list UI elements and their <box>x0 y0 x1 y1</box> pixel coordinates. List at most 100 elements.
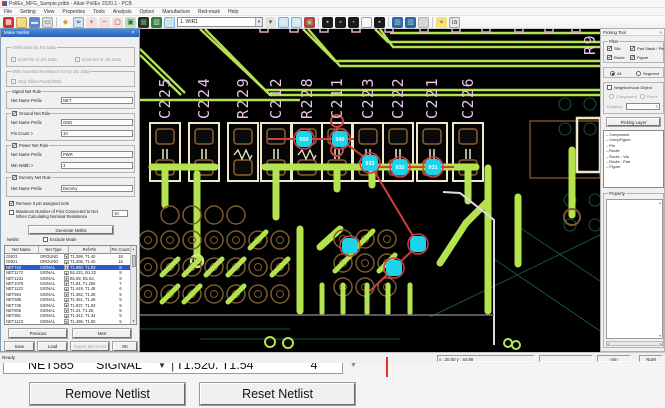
netlist-header-net-name[interactable]: Net Name <box>5 246 39 254</box>
pcb-via-931[interactable]: 931 <box>423 157 443 177</box>
save-button[interactable]: Save <box>5 342 34 351</box>
segment-radio[interactable] <box>636 71 641 76</box>
menu-item-red-mark[interactable]: Red-mark <box>194 8 224 16</box>
save-icon[interactable]: ▬ <box>29 17 40 28</box>
previous-button[interactable]: Previous <box>9 329 67 338</box>
layer-combo-arrow-icon[interactable]: ▼ <box>255 18 262 26</box>
menu-item-file[interactable]: File <box>0 8 16 16</box>
disabled-tool-icon[interactable] <box>418 17 429 28</box>
pcb-canvas[interactable]: 950949933932931 C225C224R229C212R228C211… <box>140 29 600 352</box>
exclude-mode-checkbox[interactable] <box>43 237 48 242</box>
remove-zero-checkbox[interactable] <box>9 201 14 206</box>
menu-item-properties[interactable]: Properties <box>58 8 89 16</box>
tree-item-figure[interactable]: – Figure <box>606 164 663 169</box>
dark-layer4-icon[interactable]: ▪ <box>374 17 385 28</box>
remove-netlist-button[interactable]: Remove Netlist <box>30 383 185 405</box>
neighborhood-checkbox[interactable] <box>607 85 612 90</box>
menu-item-tools[interactable]: Tools <box>89 8 109 16</box>
picking-tool-title[interactable]: ×Picking Tool <box>601 29 664 36</box>
panel-close-icon[interactable]: × <box>659 29 662 36</box>
dummy-prefix-input[interactable]: Dummy <box>61 185 133 192</box>
dark-layer2-icon[interactable]: ▪ <box>335 17 346 28</box>
move-tool-icon[interactable]: ◆ <box>60 17 71 28</box>
next-button[interactable]: Next <box>73 329 131 338</box>
pcb-footprint-r229[interactable] <box>228 123 258 181</box>
net-color2-icon[interactable]: ▥ <box>405 17 416 28</box>
property-box[interactable]: ▴ ▾ <box>606 199 663 339</box>
zoom-window-icon[interactable]: ▢ <box>112 17 123 28</box>
power-net-checkbox[interactable] <box>12 143 17 148</box>
power-width-input[interactable]: 3 <box>61 162 133 169</box>
property-scroll-up-icon[interactable]: ▴ <box>659 200 661 205</box>
white-layer-icon[interactable] <box>361 17 372 28</box>
exist-pin-checkbox[interactable] <box>11 57 16 62</box>
dialog-close-icon[interactable]: × <box>129 30 137 36</box>
pcb-via[interactable] <box>340 236 360 256</box>
silver-point-checkbox[interactable] <box>11 79 16 84</box>
padstack-checkbox[interactable] <box>630 46 635 51</box>
dialog-title[interactable]: Make Netlist <box>1 29 139 37</box>
ground-pin-input[interactable]: 10 <box>61 130 133 137</box>
zoom-out-icon[interactable]: − <box>99 17 110 28</box>
netlist-header-net-type[interactable]: Net Type <box>39 246 69 254</box>
pcb-via-949[interactable]: 949 <box>330 129 350 149</box>
property-scroll-down-icon[interactable]: ▾ <box>659 333 661 338</box>
pcb-view[interactable]: 950949933932931 C225C224R229C212R228C211… <box>140 29 600 352</box>
netlist-header-ref-pin[interactable]: Ref-Pin <box>69 246 111 254</box>
top-layer-icon[interactable]: ▩ <box>278 17 289 28</box>
fit-view-icon[interactable]: ▣ <box>125 17 136 28</box>
netlist-header-pin-count[interactable]: Pin Count <box>111 246 131 254</box>
layer-combobox[interactable]: 1. WIR1▼ <box>177 17 263 27</box>
board-view-icon[interactable]: ▦ <box>138 17 149 28</box>
dummy-net-checkbox[interactable] <box>12 175 17 180</box>
route2-radio[interactable] <box>640 94 645 99</box>
info-icon[interactable]: ia <box>449 17 460 28</box>
max-pins-input[interactable]: 10 <box>112 210 128 217</box>
menu-item-setting[interactable]: Setting <box>16 8 40 16</box>
bottom-layer-icon[interactable]: ▩ <box>291 17 302 28</box>
menu-item-manufacture[interactable]: Manufacture <box>158 8 194 16</box>
generate-netlist-button[interactable]: Generate Netlist <box>29 226 113 234</box>
figure-checkbox[interactable] <box>630 55 635 60</box>
ground-net-checkbox[interactable] <box>12 111 17 116</box>
dark-layer1-icon[interactable]: ▪ <box>322 17 333 28</box>
ok-button[interactable]: OK <box>113 342 137 351</box>
export-excel-button[interactable]: Export MS Excel <box>71 342 109 351</box>
netlist-scrollbar[interactable]: ▲▼ <box>130 246 136 324</box>
silk-checkbox[interactable] <box>607 46 612 51</box>
netlist-grid-icon[interactable]: ▦ <box>3 17 14 28</box>
net-color1-icon[interactable]: ▥ <box>392 17 403 28</box>
measure-icon[interactable]: ⌖ <box>436 17 447 28</box>
pcb-via-932[interactable]: 932 <box>390 157 410 177</box>
menu-item-analysis[interactable]: Analysis <box>109 8 136 16</box>
select-tool-icon[interactable]: ➢ <box>73 17 84 28</box>
picking-layer-button[interactable]: Picking Layer <box>607 118 660 126</box>
pcb-via-933[interactable]: 933 <box>360 153 380 173</box>
ground-prefix-input[interactable]: GND <box>61 119 133 126</box>
netlist-row-net1123[interactable]: NET1123SIGNAL▼T1.496, T1.505 <box>5 319 136 324</box>
distance-input[interactable]: 0 <box>626 103 660 110</box>
pcb-via-950[interactable]: 950 <box>294 129 314 149</box>
property-hscrollbar[interactable]: ◂▸ <box>606 341 663 346</box>
power-prefix-input[interactable]: PWR <box>61 151 133 158</box>
exist-net-checkbox[interactable] <box>75 57 80 62</box>
print-icon[interactable]: ▭ <box>42 17 53 28</box>
reset-netlist-button[interactable]: Reset Netlist <box>200 383 355 405</box>
dark-layer3-icon[interactable]: ▪ <box>348 17 359 28</box>
component-radio[interactable] <box>609 94 614 99</box>
zoom-in-icon[interactable]: + <box>86 17 97 28</box>
pcb-footprint-c224[interactable] <box>189 123 219 181</box>
pcb-via[interactable] <box>408 234 428 254</box>
pcb-via[interactable] <box>384 258 404 278</box>
all-radio[interactable] <box>610 71 615 76</box>
menu-item-option[interactable]: Option <box>136 8 159 16</box>
route-checkbox[interactable] <box>607 55 612 60</box>
layer-view-icon[interactable]: ▧ <box>151 17 162 28</box>
load-button[interactable]: Load <box>38 342 67 351</box>
dropdown-apply-icon[interactable]: ▾ <box>265 17 276 28</box>
max-pins-checkbox[interactable] <box>9 210 14 215</box>
open-folder-icon[interactable] <box>16 17 27 28</box>
layer-view2-icon[interactable]: ▨ <box>164 17 175 28</box>
menu-item-view[interactable]: View <box>40 8 59 16</box>
menu-item-help[interactable]: Help <box>224 8 242 16</box>
